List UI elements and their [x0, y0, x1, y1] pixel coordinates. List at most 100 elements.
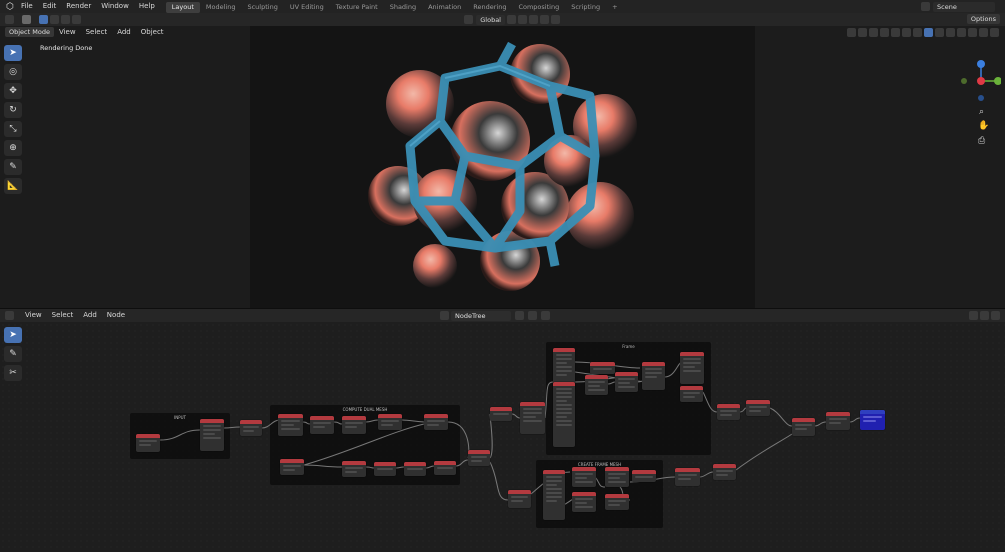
- node-create-value[interactable]: [632, 470, 656, 482]
- pin-icon[interactable]: [554, 311, 563, 320]
- snap-icon[interactable]: [518, 15, 527, 24]
- node-switch[interactable]: [468, 450, 490, 466]
- rotate-tool-icon[interactable]: ↻: [4, 102, 22, 118]
- proportional-editing-icon[interactable]: [540, 15, 549, 24]
- pan-hand-icon[interactable]: ✋: [978, 119, 989, 131]
- mode-intersect-icon[interactable]: [72, 15, 81, 24]
- node-create-set-shade[interactable]: [713, 464, 736, 480]
- node-menu-add[interactable]: Add: [78, 309, 102, 322]
- select-box-icon[interactable]: [22, 15, 31, 24]
- node-output-join-2[interactable]: [746, 400, 770, 416]
- overlay-node-icon[interactable]: [980, 311, 989, 320]
- collection-visibility-icon[interactable]: [957, 27, 966, 37]
- filter-x-icon[interactable]: [968, 27, 977, 37]
- unlink-icon[interactable]: [541, 311, 550, 320]
- tab-rendering[interactable]: Rendering: [467, 2, 512, 13]
- viewport-menu-select[interactable]: Select: [81, 26, 113, 39]
- sidebar-toggle-icon[interactable]: [991, 311, 1000, 320]
- transform-tool-icon[interactable]: ⊕: [4, 140, 22, 156]
- mode-extend-icon[interactable]: [50, 15, 59, 24]
- node-group-output[interactable]: [860, 410, 885, 430]
- overlay-toggle-icon[interactable]: [869, 27, 878, 37]
- cursor-tool-icon[interactable]: ◎: [4, 64, 22, 80]
- node-create-input-stack[interactable]: [543, 470, 565, 520]
- snap-node-icon[interactable]: [969, 311, 978, 320]
- tab-animation[interactable]: Animation: [422, 2, 467, 13]
- fake-user-icon[interactable]: [515, 311, 524, 320]
- gizmo-z-axis[interactable]: [977, 60, 985, 68]
- node-create-realize[interactable]: [605, 494, 629, 510]
- filter-z-icon[interactable]: [990, 27, 999, 37]
- gizmo-toggle-icon[interactable]: [858, 27, 867, 37]
- menu-edit[interactable]: Edit: [38, 0, 62, 13]
- rendered-shading-icon[interactable]: [924, 27, 933, 37]
- mode-set-icon[interactable]: [39, 15, 48, 24]
- viewport-menu-object[interactable]: Object: [136, 26, 169, 39]
- node-split-edges[interactable]: [520, 402, 545, 434]
- node-frame-value[interactable]: [590, 362, 615, 374]
- zoom-icon[interactable]: ⌕: [979, 107, 984, 117]
- duplicate-icon[interactable]: [528, 311, 537, 320]
- node-realize-instances[interactable]: [490, 407, 512, 421]
- node-dual-mesh[interactable]: [278, 414, 303, 436]
- node-capture-attribute[interactable]: [378, 414, 402, 430]
- node-create-mesh-line[interactable]: [572, 467, 596, 487]
- node-frame-attribute-list[interactable]: [553, 382, 575, 447]
- node-mesh-to-points[interactable]: [310, 416, 334, 434]
- viewport-menu-add[interactable]: Add: [112, 26, 136, 39]
- node-set-material[interactable]: [826, 412, 850, 430]
- editor-type-icon[interactable]: [5, 15, 14, 24]
- move-tool-icon[interactable]: ✥: [4, 83, 22, 99]
- object-mode-dropdown[interactable]: Object Mode: [5, 27, 54, 37]
- falloff-icon[interactable]: [551, 15, 560, 24]
- tab-modeling[interactable]: Modeling: [200, 2, 242, 13]
- node-output-join-final[interactable]: [792, 418, 815, 436]
- measure-tool-icon[interactable]: 📐: [4, 178, 22, 194]
- tab-scripting[interactable]: Scripting: [565, 2, 606, 13]
- filter-y-icon[interactable]: [979, 27, 988, 37]
- node-editor-type-icon[interactable]: [5, 311, 14, 320]
- tab-shading[interactable]: Shading: [384, 2, 422, 13]
- xray-icon[interactable]: [880, 27, 889, 37]
- node-scale-elements[interactable]: [280, 459, 304, 475]
- camera-icon[interactable]: ⎙: [978, 136, 986, 146]
- transform-orientation-icon[interactable]: [464, 15, 474, 24]
- menu-help[interactable]: Help: [134, 0, 160, 13]
- tab-uv-editing[interactable]: UV Editing: [284, 2, 330, 13]
- node-math-1[interactable]: [374, 462, 396, 476]
- blender-logo-icon[interactable]: ⬡: [4, 1, 16, 13]
- node-menu-view[interactable]: View: [20, 309, 47, 322]
- solid-shading-icon[interactable]: [902, 27, 911, 37]
- node-frame-profile[interactable]: [615, 372, 638, 392]
- snap-target-icon[interactable]: [529, 15, 538, 24]
- navigation-gizmo[interactable]: ⌕ ✋ ⎙: [961, 42, 1001, 152]
- 3d-viewport[interactable]: Object Mode View Select Add Object Rende…: [0, 26, 1005, 308]
- select-tool-icon[interactable]: ➤: [4, 45, 22, 61]
- node-frame-curve[interactable]: [585, 375, 608, 395]
- node-math-3[interactable]: [434, 461, 456, 475]
- node-set-position[interactable]: [342, 416, 366, 434]
- node-create-transform[interactable]: [572, 492, 596, 512]
- node-frame-curve-to-mesh[interactable]: [642, 362, 665, 390]
- transform-orientation-dropdown[interactable]: Global: [476, 14, 505, 25]
- viewport-menu-view[interactable]: View: [54, 26, 81, 39]
- tab-compositing[interactable]: Compositing: [512, 2, 565, 13]
- node-frame-set-material[interactable]: [680, 386, 703, 402]
- node-group-input[interactable]: [136, 434, 160, 452]
- node-reroute-1[interactable]: [240, 420, 262, 436]
- material-shading-icon[interactable]: [913, 27, 922, 37]
- menu-render[interactable]: Render: [61, 0, 96, 13]
- tab-sculpting[interactable]: Sculpting: [241, 2, 283, 13]
- scene-icon[interactable]: [921, 2, 930, 11]
- node-math-2[interactable]: [404, 462, 426, 476]
- menu-window[interactable]: Window: [96, 0, 134, 13]
- annotate-tool-icon[interactable]: ✎: [4, 159, 22, 175]
- visibility-icon[interactable]: [847, 27, 856, 37]
- camera-view-icon[interactable]: [946, 27, 955, 37]
- node-menu-select[interactable]: Select: [47, 309, 79, 322]
- node-menu-node[interactable]: Node: [102, 309, 130, 322]
- wireframe-shading-icon[interactable]: [891, 27, 900, 37]
- tab-layout[interactable]: Layout: [165, 1, 200, 13]
- node-subdivide[interactable]: [342, 461, 366, 477]
- scale-tool-icon[interactable]: ⤡: [4, 121, 22, 137]
